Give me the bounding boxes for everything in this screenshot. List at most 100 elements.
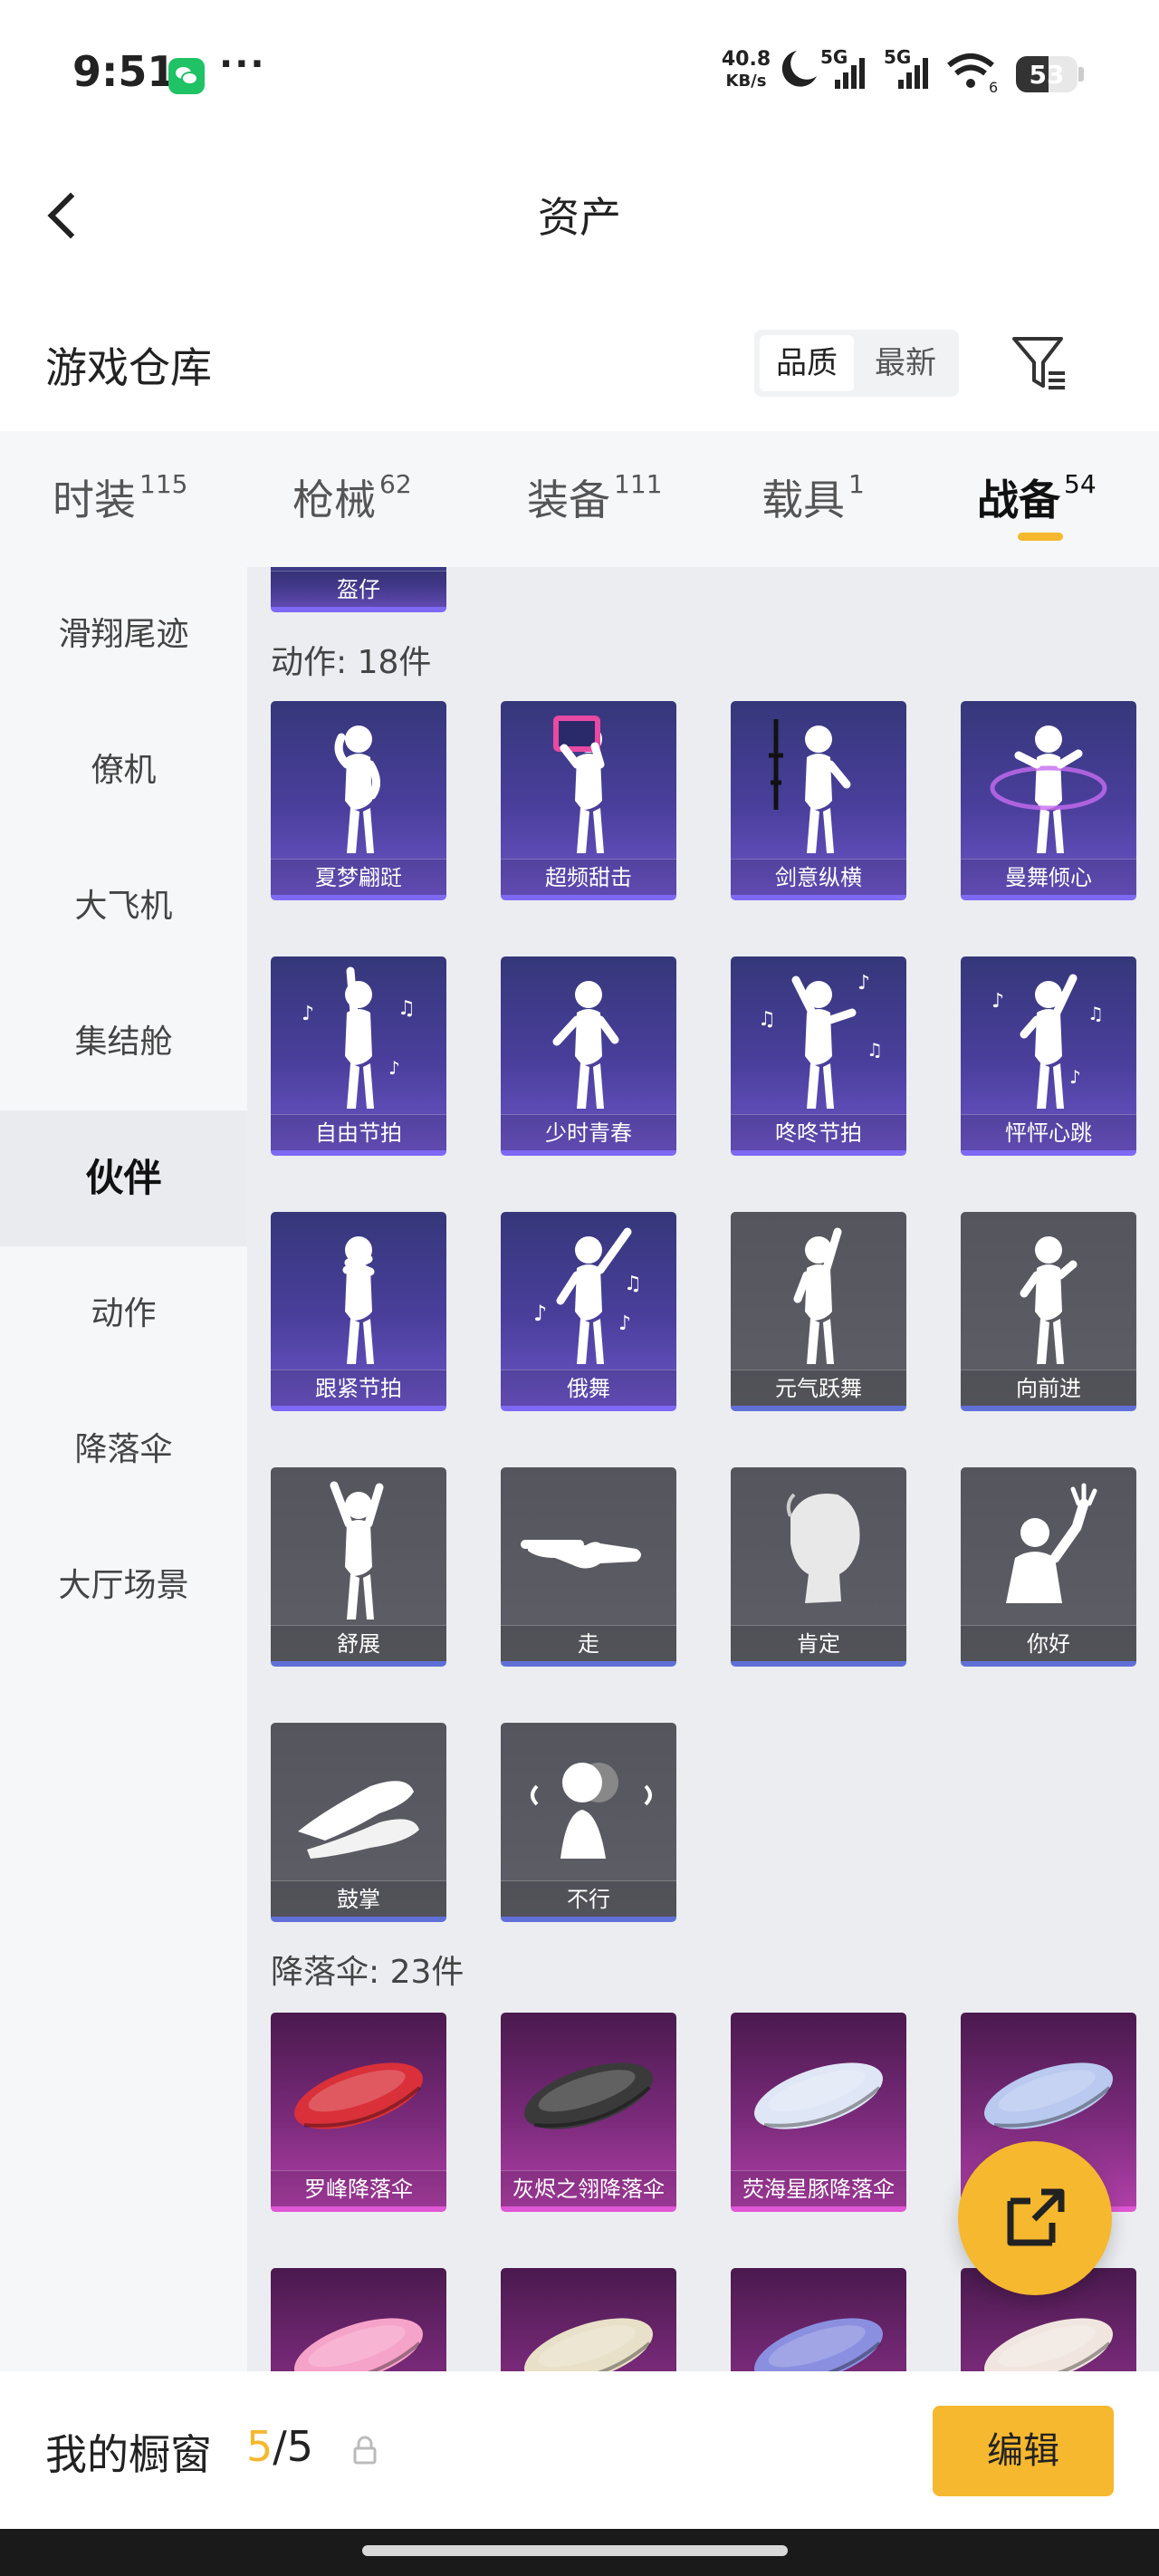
filter-button[interactable]	[1011, 333, 1068, 393]
emote-card[interactable]: ♪ ♫ ♪ 俄舞	[501, 1212, 676, 1411]
emote-card-label: 舒展	[271, 1625, 446, 1661]
item-grid: 盔仔 动作: 18件 降落伞: 23件 夏梦翩跹 超频甜击 剑意纵横 曼舞倾心 ♪ ♫ ♪ 自…	[247, 567, 1159, 2371]
emote-card[interactable]: 跟紧节拍	[271, 1212, 446, 1411]
wifi-label: 6	[989, 79, 998, 96]
tab-count: 115	[139, 469, 188, 499]
sidebar-item-glide-trail[interactable]: 滑翔尾迹	[0, 567, 247, 703]
wifi-icon: 6	[947, 53, 998, 96]
emote-card-label: 肯定	[731, 1625, 906, 1661]
active-tab-indicator	[1018, 533, 1063, 541]
emote-card[interactable]: 少时青春	[501, 956, 676, 1156]
emote-card-label: 你好	[961, 1625, 1136, 1661]
parachute-card[interactable]	[271, 2268, 446, 2371]
tab-fashion[interactable]: 时装 115	[53, 467, 187, 531]
tab-count: 1	[848, 469, 865, 499]
sidebar: 滑翔尾迹 僚机 大飞机 集结舱 伙伴 动作 降落伞 大厅场景	[0, 567, 247, 2371]
parachute-artwork	[294, 2062, 423, 2129]
status-time: 9:51	[72, 47, 177, 96]
emote-card[interactable]: 夏梦翩跹	[271, 701, 446, 900]
parachute-artwork	[754, 2062, 883, 2129]
home-indicator-bar	[0, 2529, 1159, 2576]
emote-artwork	[786, 1493, 860, 1603]
emote-card-label: 咚咚节拍	[731, 1114, 906, 1150]
emote-artwork	[552, 981, 619, 1109]
emote-card[interactable]: 你好	[961, 1467, 1136, 1667]
parachute-artwork	[294, 2318, 423, 2371]
parachute-card[interactable]: 灰烬之翎降落伞	[501, 2013, 676, 2212]
moon-icon	[781, 51, 817, 87]
sidebar-item-lobby-scene[interactable]: 大厅场景	[0, 1518, 247, 1654]
share-external-icon	[1007, 2188, 1065, 2246]
emote-card[interactable]: 元气跃舞	[731, 1212, 906, 1411]
emote-card[interactable]: 走	[501, 1467, 676, 1667]
sort-newest-button[interactable]: 最新	[857, 335, 953, 391]
home-indicator[interactable]	[362, 2545, 788, 2556]
signal-1-icon: 5G	[820, 46, 865, 89]
emote-artwork	[334, 726, 380, 853]
tab-equipment[interactable]: 装备 111	[527, 467, 662, 531]
parachute-card[interactable]: 罗峰降落伞	[271, 2013, 446, 2212]
network-speed-value: 40.8	[721, 48, 771, 71]
emote-card-label: 少时青春	[501, 1114, 676, 1150]
emote-card[interactable]: 曼舞倾心	[961, 701, 1136, 900]
tab-count: 54	[1064, 469, 1097, 499]
signal-1-label: 5G	[820, 46, 848, 68]
sidebar-item-airplane[interactable]: 大飞机	[0, 839, 247, 975]
section-title-parachutes: 降落伞: 23件	[271, 1954, 465, 1991]
showcase-count: 5/5	[246, 2422, 313, 2471]
parachute-card-label: 荧海星豚降落伞	[731, 2170, 906, 2206]
tab-readiness[interactable]: 战备 54	[977, 467, 1097, 531]
emote-card[interactable]: 向前进	[961, 1212, 1136, 1411]
category-tabs: 时装 115 枪械 62 装备 111 载具 1 战备 54	[0, 431, 1159, 567]
emote-artwork: ♪ ♫ ♪	[991, 974, 1104, 1109]
emote-card[interactable]: 鼓掌	[271, 1723, 446, 1922]
emote-card[interactable]: 肯定	[731, 1467, 906, 1667]
parachute-card[interactable]: 荧海星豚降落伞	[731, 2013, 906, 2212]
signal-2-label: 5G	[884, 46, 911, 68]
tab-vehicles[interactable]: 载具 1	[761, 467, 865, 531]
parachute-card-label: 罗峰降落伞	[271, 2170, 446, 2206]
item-card[interactable]: 盔仔	[271, 567, 446, 612]
svg-text:♪: ♪	[533, 1301, 547, 1326]
tab-firearms[interactable]: 枪械 62	[292, 467, 412, 531]
sidebar-item-parachute[interactable]: 降落伞	[0, 1382, 247, 1518]
emote-card[interactable]: 超频甜击	[501, 701, 676, 900]
emote-card[interactable]: ♫ ♪ ♫ 咚咚节拍	[731, 956, 906, 1156]
edit-button[interactable]: 编辑	[933, 2406, 1114, 2496]
item-card-label: 盔仔	[271, 571, 446, 607]
emote-card[interactable]: ♪ ♫ ♪ 怦怦心跳	[961, 956, 1136, 1156]
share-button[interactable]	[958, 2141, 1112, 2295]
sidebar-item-assembly-pod[interactable]: 集结舱	[0, 975, 247, 1110]
sidebar-item-emote[interactable]: 动作	[0, 1246, 247, 1382]
emote-card[interactable]: 不行	[501, 1723, 676, 1922]
battery-level: 53	[1029, 60, 1065, 90]
warehouse-title: 游戏仓库	[45, 343, 212, 392]
emote-card[interactable]: 舒展	[271, 1467, 446, 1667]
sidebar-item-wingman[interactable]: 僚机	[0, 703, 247, 839]
svg-text:♪: ♪	[302, 1003, 314, 1025]
emote-card-label: 曼舞倾心	[961, 859, 1136, 895]
emote-card-label: 夏梦翩跹	[271, 859, 446, 895]
emote-artwork: ♫ ♪ ♫	[758, 972, 883, 1109]
sort-quality-button[interactable]: 品质	[760, 335, 854, 391]
parachute-artwork	[524, 2318, 653, 2371]
status-bar: 9:51 ··· 40.8 KB/s 5G 5G 6 53	[0, 0, 1159, 145]
svg-text:♫: ♫	[758, 1008, 776, 1031]
sidebar-item-companion[interactable]: 伙伴	[0, 1110, 247, 1246]
tab-label: 枪械	[292, 476, 376, 524]
battery-cap	[1078, 67, 1084, 82]
emote-artwork: ♪ ♫ ♪	[302, 966, 416, 1109]
parachute-card[interactable]	[501, 2268, 676, 2371]
parachute-card[interactable]	[731, 2268, 906, 2371]
battery-icon: 53	[1016, 56, 1078, 92]
showcase-total: /5	[273, 2422, 314, 2471]
svg-text:♪: ♪	[388, 1057, 400, 1079]
emote-card[interactable]: ♪ ♫ ♪ 自由节拍	[271, 956, 446, 1156]
wechat-icon	[168, 58, 205, 94]
emote-card[interactable]: 剑意纵横	[731, 701, 906, 900]
parachute-card-label: 灰烬之翎降落伞	[501, 2170, 676, 2206]
svg-text:♪: ♪	[1069, 1066, 1081, 1088]
sort-toggle: 品质 最新	[754, 330, 959, 397]
emote-artwork	[1020, 1236, 1078, 1364]
emote-artwork	[330, 1481, 384, 1620]
